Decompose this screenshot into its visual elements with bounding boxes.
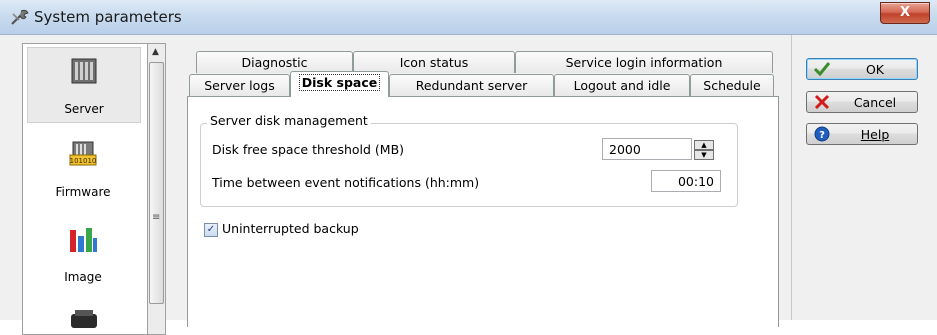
window-title: System parameters xyxy=(34,8,182,26)
tab-icon-status[interactable]: Icon status xyxy=(353,51,515,73)
uninterrupted-backup-checkbox[interactable]: ✓ xyxy=(204,223,218,237)
tab-label: Disk space xyxy=(298,74,381,91)
sidebar-scrollbar[interactable]: ▲ ≡ xyxy=(147,43,166,335)
printer-icon xyxy=(71,310,97,328)
svg-text:101010: 101010 xyxy=(70,157,97,165)
spin-down-icon[interactable]: ▼ xyxy=(694,150,714,160)
threshold-value: 2000 xyxy=(609,142,641,157)
close-icon: X xyxy=(899,5,911,20)
checkmark-icon: ✓ xyxy=(206,224,216,235)
server-disk-management-group xyxy=(200,123,738,207)
sidebar-item-image[interactable]: Image xyxy=(27,216,139,290)
threshold-label: Disk free space threshold (MB) xyxy=(212,142,405,157)
tab-diagnostic[interactable]: Diagnostic xyxy=(196,51,353,73)
tab-label: Service login information xyxy=(565,55,723,70)
spin-up-icon[interactable]: ▲ xyxy=(694,140,714,150)
tab-label: Server logs xyxy=(204,78,275,93)
sidebar-item-label: Firmware xyxy=(55,185,111,199)
tab-service-login[interactable]: Service login information xyxy=(515,51,773,73)
tab-schedule[interactable]: Schedule xyxy=(690,74,774,96)
scroll-up-icon[interactable]: ▲ xyxy=(152,47,159,57)
tab-label: Icon status xyxy=(399,55,469,70)
tab-disk-space[interactable]: Disk space xyxy=(290,71,389,97)
image-chart-icon xyxy=(70,228,97,252)
checkmark-icon xyxy=(813,62,831,77)
help-icon: ? xyxy=(814,126,830,142)
svg-text:?: ? xyxy=(819,130,825,141)
sidebar-item-label: Image xyxy=(64,270,102,284)
sidebar: Server 101010 Firmware Image ▲ ≡ xyxy=(0,35,170,335)
group-title: Server disk management xyxy=(207,113,371,128)
tab-label: Schedule xyxy=(703,78,761,93)
scrollbar-thumb[interactable] xyxy=(149,62,164,304)
help-label: Help xyxy=(860,127,890,142)
wrench-icon xyxy=(11,9,29,25)
tab-logout-idle[interactable]: Logout and idle xyxy=(554,74,690,96)
server-icon xyxy=(71,58,97,84)
threshold-input[interactable]: 2000 xyxy=(602,138,692,160)
firmware-icon: 101010 xyxy=(69,141,97,166)
sidebar-item-server[interactable]: Server xyxy=(27,47,141,123)
tab-label: Redundant server xyxy=(415,78,528,93)
tab-redundant-server[interactable]: Redundant server xyxy=(389,74,554,96)
tab-label: Diagnostic xyxy=(241,55,308,70)
sidebar-item-partial[interactable] xyxy=(67,310,101,330)
ok-button[interactable]: OK xyxy=(806,58,918,80)
threshold-spinner[interactable]: ▲ ▼ xyxy=(694,140,714,160)
title-bar[interactable]: System parameters X xyxy=(0,0,937,35)
x-icon xyxy=(814,94,830,110)
close-button[interactable]: X xyxy=(880,2,930,24)
tab-server-logs[interactable]: Server logs xyxy=(189,74,290,96)
ok-label: OK xyxy=(865,62,885,77)
uninterrupted-backup-label[interactable]: Uninterrupted backup xyxy=(222,221,359,236)
tab-label: Logout and idle xyxy=(573,78,671,93)
scroll-grip-icon: ≡ xyxy=(152,212,161,223)
sidebar-list: Server 101010 Firmware Image xyxy=(22,43,148,335)
interval-input[interactable]: 00:10 xyxy=(651,170,721,192)
interval-value: 00:10 xyxy=(677,174,714,189)
interval-label: Time between event notifications (hh:mm) xyxy=(212,175,480,190)
sidebar-item-label: Server xyxy=(64,102,104,116)
help-button[interactable]: ? Help xyxy=(806,123,918,145)
cancel-label: Cancel xyxy=(853,95,897,110)
cancel-button[interactable]: Cancel xyxy=(806,91,918,113)
sidebar-item-firmware[interactable]: 101010 Firmware xyxy=(27,131,139,205)
system-parameters-window: System parameters X Server 101010 Firmwa… xyxy=(0,0,937,335)
